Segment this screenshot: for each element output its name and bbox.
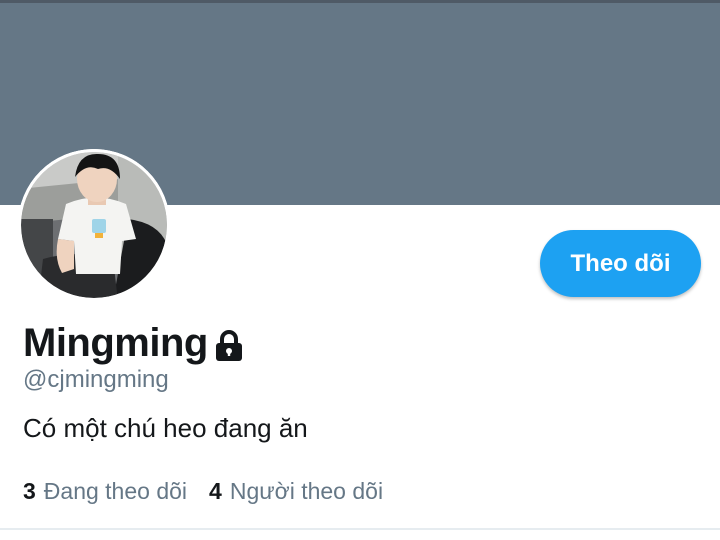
followers-label: Người theo dõi	[229, 478, 384, 504]
following-count: 3	[23, 478, 36, 504]
followers-count: 4	[209, 478, 222, 504]
avatar-photo	[18, 149, 170, 301]
stats-row: 3 Đang theo dõi 4 Người theo dõi	[23, 478, 383, 505]
handle: @cjmingming	[23, 366, 169, 393]
followers-stat[interactable]: 4 Người theo dõi	[209, 478, 383, 505]
following-label: Đang theo dõi	[43, 478, 188, 504]
divider	[0, 528, 720, 530]
display-name: Mingming	[23, 320, 208, 365]
follow-button[interactable]: Theo dõi	[540, 230, 701, 297]
bio: Có một chú heo đang ăn	[23, 413, 308, 443]
avatar[interactable]	[18, 149, 170, 301]
following-stat[interactable]: 3 Đang theo dõi	[23, 478, 187, 505]
lock-icon	[214, 329, 244, 363]
profile-screen: Theo dõi Mingming @cjmingming Có một chú…	[0, 0, 720, 540]
name-row: Mingming	[23, 318, 244, 368]
